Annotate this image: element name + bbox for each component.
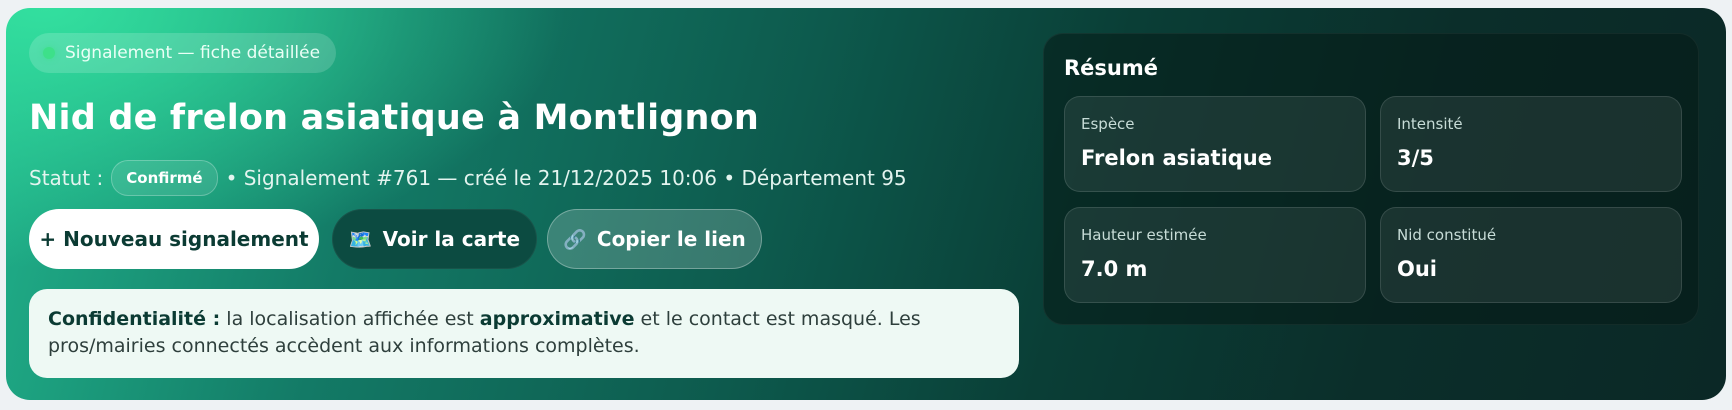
copy-link-button[interactable]: 🔗 Copier le lien [547, 209, 762, 269]
report-hero-panel: Signalement — fiche détaillée Nid de fre… [6, 8, 1726, 400]
summary-card-nest: Nid constitué Oui [1380, 207, 1682, 303]
map-icon: 🗺️ [348, 228, 373, 251]
summary-card-label: Nid constitué [1397, 226, 1497, 244]
summary-card-label: Espèce [1081, 115, 1135, 133]
summary-panel: Résumé Espèce Frelon asiatique Intensité… [1043, 33, 1699, 325]
summary-card-value: 3/5 [1397, 146, 1434, 170]
status-badge: Confirmé [111, 160, 218, 196]
view-map-button[interactable]: 🗺️ Voir la carte [332, 209, 537, 269]
privacy-notice-heading: Confidentialité : [48, 308, 221, 330]
summary-title: Résumé [1064, 56, 1158, 80]
report-meta: • Signalement #761 — créé le 21/12/2025 … [225, 166, 907, 190]
summary-card-height: Hauteur estimée 7.0 m [1064, 207, 1366, 303]
new-report-button[interactable]: + Nouveau signalement [29, 209, 319, 269]
privacy-notice: Confidentialité : la localisation affich… [29, 289, 1019, 378]
privacy-notice-emphasis: approximative [479, 308, 635, 330]
view-map-label: Voir la carte [382, 227, 521, 251]
page-title: Nid de frelon asiatique à Montlignon [29, 98, 760, 138]
summary-card-intensity: Intensité 3/5 [1380, 96, 1682, 192]
summary-card-label: Intensité [1397, 115, 1463, 133]
status-dot-icon [43, 47, 55, 59]
status-line: Statut : Confirmé • Signalement #761 — c… [29, 159, 907, 197]
report-type-pill: Signalement — fiche détaillée [29, 33, 337, 73]
privacy-notice-text-1: la localisation affichée est [220, 308, 480, 330]
summary-card-value: Oui [1397, 257, 1438, 281]
status-prefix: Statut : [29, 166, 104, 190]
summary-card-value: 7.0 m [1081, 257, 1148, 281]
new-report-label: + Nouveau signalement [39, 227, 309, 251]
summary-card-value: Frelon asiatique [1081, 146, 1272, 170]
copy-link-label: Copier le lien [596, 227, 746, 251]
summary-card-label: Hauteur estimée [1081, 226, 1207, 244]
report-type-label: Signalement — fiche détaillée [65, 43, 321, 63]
summary-card-species: Espèce Frelon asiatique [1064, 96, 1366, 192]
link-icon: 🔗 [563, 228, 587, 251]
